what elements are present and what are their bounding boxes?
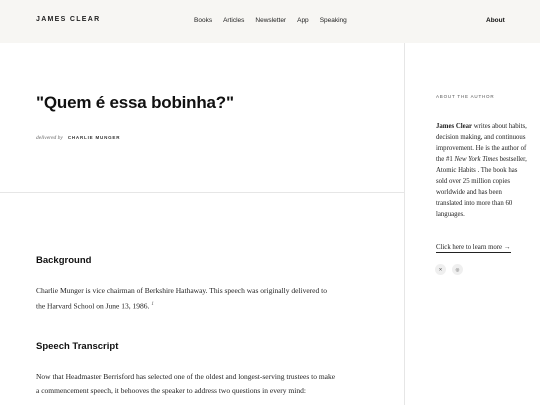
- delivered-by-label: delivered by: [36, 135, 63, 141]
- nav-item-app[interactable]: App: [297, 17, 309, 24]
- about-author-label: ABOUT THE AUTHOR: [436, 94, 495, 99]
- background-heading: Background: [36, 255, 92, 266]
- instagram-icon[interactable]: ◎: [452, 264, 463, 275]
- learn-more-link[interactable]: Click here to learn more →: [436, 244, 511, 253]
- author-link[interactable]: CHARLIE MUNGER: [68, 135, 120, 140]
- bio-text-2: bestseller, Atomic Habits . The book has…: [436, 156, 527, 218]
- transcript-heading: Speech Transcript: [36, 341, 119, 352]
- background-text: Charlie Munger is vice chairman of Berks…: [36, 286, 327, 311]
- background-paragraph: Charlie Munger is vice chairman of Berks…: [36, 284, 336, 314]
- byline: delivered by CHARLIE MUNGER: [36, 135, 120, 141]
- page-title: "Quem é essa bobinha?": [36, 93, 234, 112]
- nav-item-speaking[interactable]: Speaking: [320, 17, 347, 24]
- nav-item-newsletter[interactable]: Newsletter: [255, 17, 286, 24]
- author-bio: James Clear writes about habits, decisio…: [436, 121, 528, 220]
- nav-item-about[interactable]: About: [486, 17, 505, 24]
- nav-item-articles[interactable]: Articles: [223, 17, 244, 24]
- footnote-link[interactable]: 1: [151, 302, 154, 307]
- section-divider: [0, 192, 404, 193]
- main-nav: Books Articles Newsletter App Speaking: [194, 17, 358, 24]
- transcript-paragraph: Now that Headmaster Berrisford has selec…: [36, 372, 336, 395]
- site-header: JAMES CLEAR Books Articles Newsletter Ap…: [0, 0, 540, 43]
- site-logo[interactable]: JAMES CLEAR: [36, 16, 100, 23]
- author-name: James Clear: [436, 123, 473, 130]
- twitter-icon[interactable]: ✕: [435, 264, 446, 275]
- nav-item-books[interactable]: Books: [194, 17, 212, 24]
- bio-italic: New York Times: [454, 156, 499, 163]
- column-divider: [404, 43, 405, 405]
